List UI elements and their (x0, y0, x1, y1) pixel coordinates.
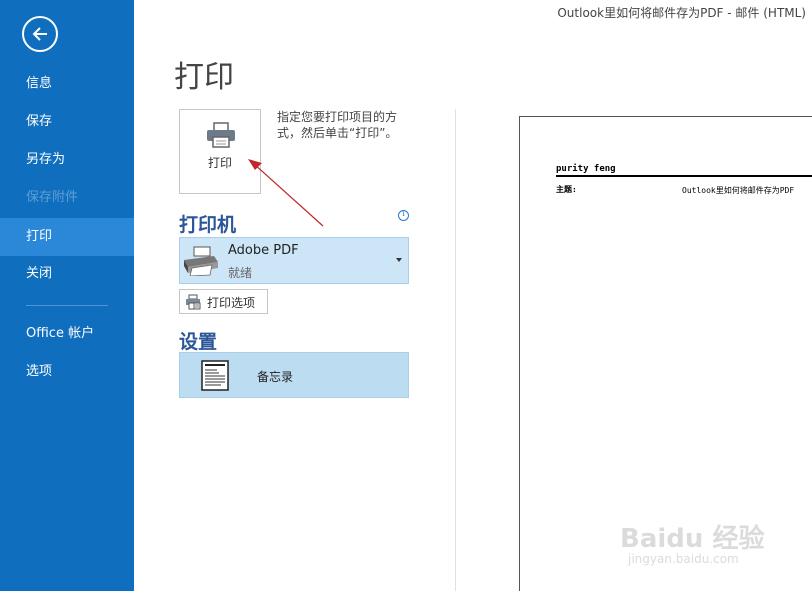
back-arrow-icon (32, 27, 47, 41)
printer-name: Adobe PDF (228, 243, 299, 258)
watermark-logo: Baidu 经验 jingyan.baidu.com (620, 500, 780, 580)
window-title: Outlook里如何将邮件存为PDF - 邮件 (HTML) (557, 6, 806, 20)
print-description: 指定您要打印项目的方式，然后单击“打印”。 (277, 110, 398, 140)
printer-status: 就绪 (228, 266, 253, 280)
chevron-down-icon (396, 258, 402, 262)
sidebar-item-save[interactable]: 保存 (0, 103, 134, 141)
sidebar-item-info[interactable]: 信息 (0, 65, 134, 103)
info-icon[interactable]: i (398, 209, 409, 221)
settings-section-title: 设置 (179, 331, 218, 353)
watermark-url: jingyan.baidu.com (628, 552, 739, 566)
sidebar-item-print[interactable]: 打印 (0, 218, 134, 256)
print-options-button[interactable]: 打印选项 (179, 289, 268, 314)
print-style-selector[interactable]: 备忘录 (179, 352, 409, 398)
sidebar-item-office-account[interactable]: Office 帐户 (0, 315, 134, 353)
sidebar-item-save-as[interactable]: 另存为 (0, 141, 134, 179)
pane-divider (455, 109, 456, 591)
memo-style-icon (201, 360, 229, 391)
printer-icon (207, 122, 235, 148)
sidebar-item-options[interactable]: 选项 (0, 353, 134, 391)
print-style-label: 备忘录 (257, 370, 294, 384)
sidebar-divider (26, 305, 108, 306)
preview-divider (556, 175, 812, 177)
printer-section-title: 打印机 (179, 214, 237, 236)
print-options-label: 打印选项 (207, 296, 256, 310)
page-title: 打印 (174, 60, 234, 95)
sidebar-item-save-attachments: 保存附件 (26, 190, 79, 205)
preview-subject-label: 主题: (556, 185, 577, 194)
printer-icon (184, 246, 218, 276)
preview-subject-value: Outlook里如何将邮件存为PDF (682, 186, 795, 195)
sidebar-item-close[interactable]: 关闭 (0, 255, 134, 293)
annotation-arrow-icon (248, 159, 324, 227)
watermark-brand: Baidu 经验 (620, 524, 765, 554)
back-button[interactable] (22, 16, 58, 52)
preview-sender: purity feng (556, 164, 616, 174)
backstage-sidebar: 信息 保存 另存为 保存附件 打印 关闭 Office 帐户 选项 (0, 0, 134, 591)
printer-dropdown[interactable]: Adobe PDF 就绪 (179, 237, 409, 284)
print-options-icon (186, 294, 201, 310)
